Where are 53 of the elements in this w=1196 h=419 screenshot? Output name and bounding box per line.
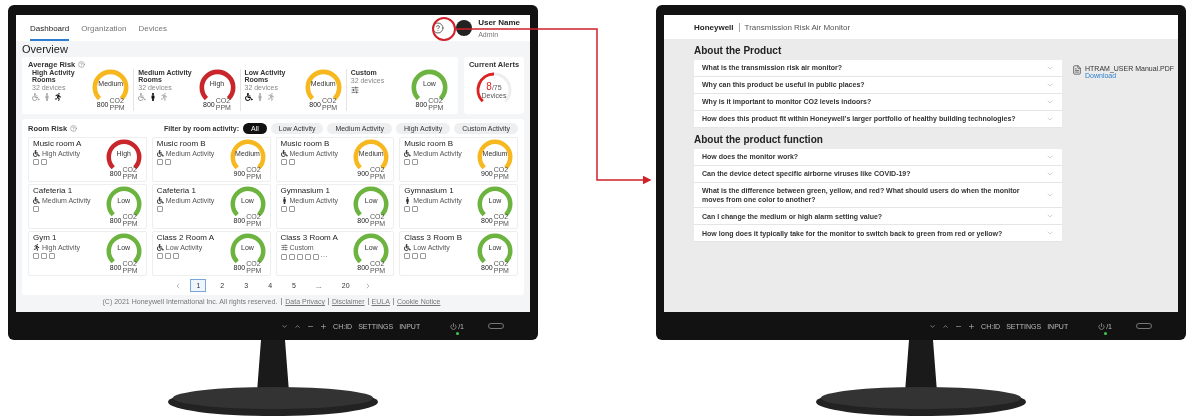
section-title: About the product function <box>694 134 824 145</box>
power-icon[interactable] <box>450 323 458 330</box>
running-person-icon <box>33 244 40 251</box>
page-title: Overview <box>22 43 69 55</box>
nav-tab[interactable]: Organization <box>81 15 127 41</box>
up-icon[interactable] <box>942 322 950 330</box>
standing-person-icon <box>149 93 158 101</box>
room-name: Class 2 Room A <box>156 233 215 242</box>
chevron-down-icon <box>1046 153 1054 161</box>
down-icon[interactable] <box>281 322 289 330</box>
plus-icon[interactable] <box>968 322 976 330</box>
monitor-button[interactable] <box>1136 323 1152 329</box>
chevron-down-icon <box>1046 98 1054 106</box>
section-title: About the Product <box>694 45 783 56</box>
chevron-down-icon <box>1046 81 1054 89</box>
user-name: User Name <box>478 18 520 27</box>
alert-count: 8 <box>486 81 492 92</box>
app-title: Transmission Risk Air Monitor <box>744 22 851 32</box>
room-name: Gymnasium 1 <box>404 186 455 195</box>
power-led <box>1103 332 1107 335</box>
room-name: Cafeteria 1 <box>33 186 74 195</box>
room-name: Class 3 Room A <box>280 233 338 242</box>
room-name: Class 3 Room B <box>404 233 463 242</box>
down-icon[interactable] <box>929 322 937 330</box>
room-name: Cafeteria 1 <box>156 186 197 195</box>
sliders-icon <box>280 244 288 251</box>
sliders-icon <box>350 86 359 94</box>
up-icon[interactable] <box>294 322 302 330</box>
brand-logo: Honeywell <box>694 22 740 32</box>
nav-tab[interactable]: Devices <box>138 15 167 41</box>
standing-person-icon <box>43 93 51 101</box>
room-name: Music room B <box>280 139 331 148</box>
room-name: Music room A <box>33 139 82 148</box>
power-led <box>455 332 459 335</box>
room-name: Gym 1 <box>33 233 58 242</box>
document-icon <box>1072 65 1082 75</box>
running-person-icon <box>54 93 62 101</box>
standing-person-icon <box>404 197 412 204</box>
device-icon <box>156 206 163 212</box>
running-person-icon <box>266 93 275 101</box>
room-name: Music room B <box>404 139 455 148</box>
plus-icon[interactable] <box>320 322 328 330</box>
chevron-down-icon <box>1046 115 1054 123</box>
monitor-button[interactable] <box>488 323 504 329</box>
running-person-icon <box>160 93 169 101</box>
help-icon[interactable] <box>432 22 445 34</box>
room-name: Gymnasium 1 <box>280 186 331 195</box>
device-icon <box>33 206 39 212</box>
chevron-down-icon <box>1046 170 1054 178</box>
power-icon[interactable] <box>1098 323 1106 330</box>
room-name: Music room B <box>156 139 207 148</box>
chevron-down-icon <box>1046 64 1054 72</box>
standing-person-icon <box>280 197 288 204</box>
